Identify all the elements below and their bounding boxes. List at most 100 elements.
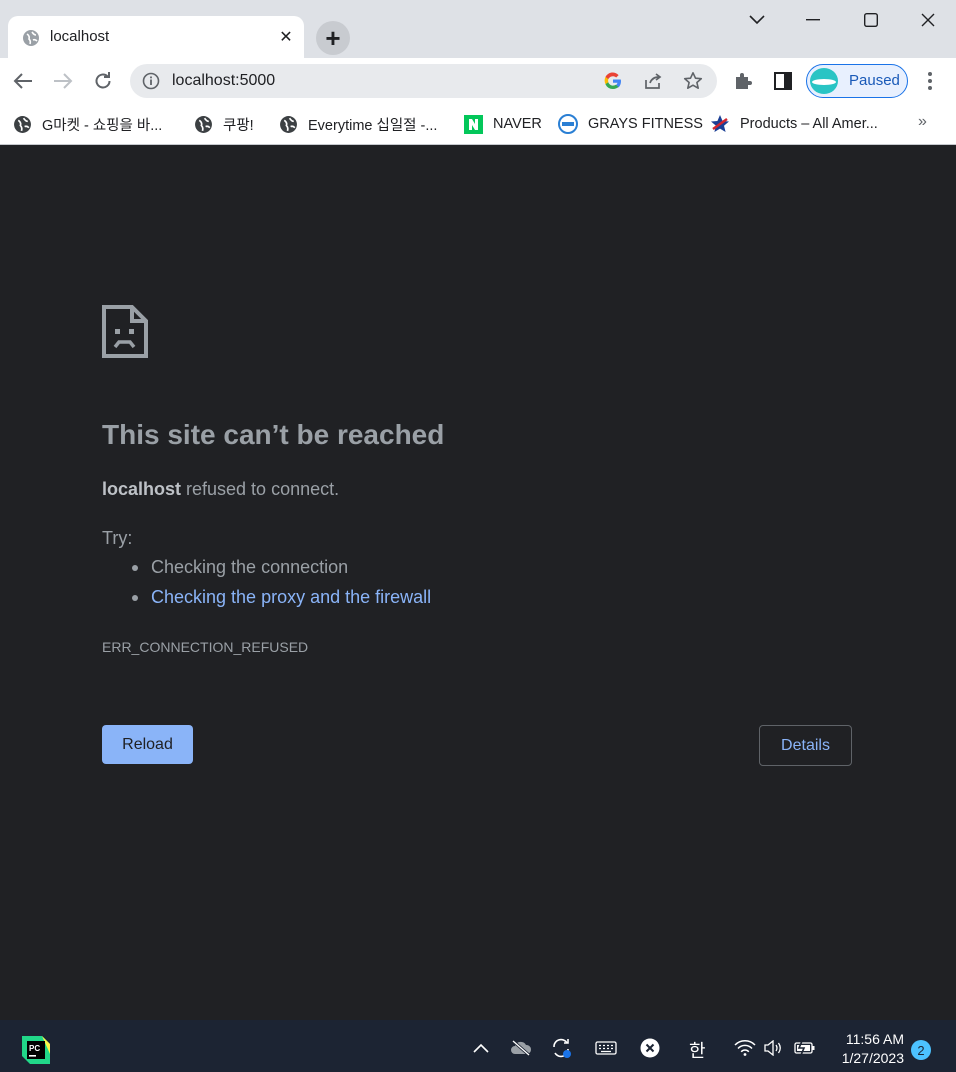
close-icon: ✕ xyxy=(279,29,293,46)
try-label: Try: xyxy=(102,528,133,548)
extensions-button[interactable] xyxy=(731,69,755,93)
error-host: localhost xyxy=(102,479,182,499)
system-clock[interactable]: 11:56 AM 1/27/2023 xyxy=(832,1030,904,1068)
browser-chrome: localhost ✕ + localhost:5000 Paused G마켓 … xyxy=(0,0,956,145)
forward-button[interactable] xyxy=(48,66,78,96)
tab-title: localhost xyxy=(50,28,110,45)
bullet xyxy=(132,594,138,601)
speaker-icon xyxy=(764,1040,781,1056)
bookmark-naver[interactable]: NAVER xyxy=(463,112,542,136)
battery-button[interactable] xyxy=(793,1036,817,1060)
tab-close-button[interactable]: ✕ xyxy=(274,25,298,49)
tab-strip: localhost ✕ + xyxy=(0,0,956,58)
google-icon xyxy=(604,72,621,90)
cloud-offline-icon xyxy=(511,1040,532,1056)
address-bar[interactable]: localhost:5000 xyxy=(130,64,717,98)
error-summary-text: refused to connect. xyxy=(181,479,340,499)
error-code: ERR_CONNECTION_REFUSED xyxy=(102,639,309,655)
new-tab-button[interactable]: + xyxy=(316,21,350,55)
chevron-down-icon xyxy=(749,15,765,25)
profile-button[interactable]: Paused xyxy=(806,64,908,98)
battery-charging-icon xyxy=(794,1041,815,1055)
notification-badge[interactable]: 2 xyxy=(911,1040,931,1060)
side-panel-icon xyxy=(774,72,792,90)
google-lens-button[interactable] xyxy=(602,70,624,92)
arrow-left-icon xyxy=(13,73,32,89)
tab-localhost[interactable]: localhost ✕ xyxy=(8,16,304,58)
info-icon[interactable] xyxy=(142,72,160,90)
chevron-up-icon xyxy=(473,1043,489,1053)
reload-button[interactable]: Reload xyxy=(102,725,193,764)
windows-taskbar: PC 한 11:56 AM 1/27/2023 2 xyxy=(0,1020,956,1072)
avatar xyxy=(810,68,838,94)
bookmark-everytime[interactable]: Everytime 십일절 -... xyxy=(278,112,437,136)
bookmark-label: G마켓 - 쇼핑을 바... xyxy=(42,117,163,134)
bookmark-products[interactable]: Products – All Amer... xyxy=(710,112,878,136)
wifi-button[interactable] xyxy=(733,1036,757,1060)
reload-page-button[interactable] xyxy=(88,66,118,96)
share-icon xyxy=(645,73,662,89)
bookmark-star-button[interactable] xyxy=(682,70,704,92)
bookmarks-bar: G마켓 - 쇼핑을 바... 쿠팡! Everytime 십일절 -... NA… xyxy=(0,104,956,144)
svg-text:PC: PC xyxy=(29,1044,40,1053)
globe-icon xyxy=(278,114,298,134)
suggestion-text: Checking the connection xyxy=(151,557,349,577)
globe-icon xyxy=(12,114,32,134)
browser-toolbar: localhost:5000 Paused xyxy=(0,58,956,104)
close-window-button[interactable] xyxy=(913,6,943,34)
profile-status-label: Paused xyxy=(849,72,900,89)
globe-icon xyxy=(23,30,39,46)
side-panel-button[interactable] xyxy=(771,69,795,93)
maximize-icon xyxy=(864,13,878,27)
grays-icon xyxy=(558,114,578,134)
volume-button[interactable] xyxy=(761,1036,785,1060)
error-summary: localhost refused to connect. xyxy=(102,479,339,500)
bookmark-label: NAVER xyxy=(493,116,542,132)
tab-search-button[interactable] xyxy=(742,6,772,34)
keyboard-icon xyxy=(595,1041,617,1055)
bookmark-label: GRAYS FITNESS xyxy=(588,116,703,132)
wifi-icon xyxy=(734,1040,756,1056)
error-title: This site can’t be reached xyxy=(102,419,445,450)
globe-icon xyxy=(193,114,213,134)
kebab-menu-icon xyxy=(928,72,932,90)
bookmarks-overflow-button[interactable]: » xyxy=(918,113,927,131)
naver-icon xyxy=(463,114,483,134)
maximize-button[interactable] xyxy=(856,6,886,34)
touch-keyboard-button[interactable] xyxy=(594,1036,618,1060)
suggestion-check-connection: Checking the connection xyxy=(132,557,348,578)
plus-icon: + xyxy=(325,23,341,53)
bookmark-grays-fitness[interactable]: GRAYS FITNESS xyxy=(558,112,703,136)
sync-button[interactable] xyxy=(549,1036,573,1060)
sync-icon xyxy=(553,1038,571,1058)
bullet xyxy=(132,564,138,571)
close-circle-icon xyxy=(640,1038,660,1058)
arrow-right-icon xyxy=(54,73,73,89)
app-tray-x-button[interactable] xyxy=(638,1036,662,1060)
bookmark-label: Everytime 십일절 -... xyxy=(308,117,438,134)
minimize-button[interactable] xyxy=(798,6,828,34)
pycharm-icon[interactable]: PC xyxy=(20,1034,52,1066)
bookmark-coupang[interactable]: 쿠팡! xyxy=(193,112,254,136)
clock-date: 1/27/2023 xyxy=(841,1050,904,1066)
bookmark-label: 쿠팡! xyxy=(223,117,254,134)
avatar-image-icon xyxy=(812,79,836,85)
suggestion-check-proxy-link[interactable]: Checking the proxy and the firewall xyxy=(132,587,431,608)
close-icon xyxy=(921,13,935,27)
back-button[interactable] xyxy=(8,66,38,96)
star-logo-icon xyxy=(710,114,730,134)
bookmark-gmarket[interactable]: G마켓 - 쇼핑을 바... xyxy=(12,112,162,136)
clock-time: 11:56 AM xyxy=(845,1031,904,1047)
show-hidden-icons-button[interactable] xyxy=(469,1036,493,1060)
browser-menu-button[interactable] xyxy=(918,69,942,93)
error-page: This site can’t be reached localhost ref… xyxy=(0,145,956,1020)
refresh-icon xyxy=(95,72,111,89)
bookmark-label: Products – All Amer... xyxy=(740,116,878,132)
onedrive-button[interactable] xyxy=(509,1036,533,1060)
suggestion-link-text: Checking the proxy and the firewall xyxy=(151,587,432,607)
details-button[interactable]: Details xyxy=(759,725,852,766)
star-icon xyxy=(683,72,703,89)
url-text: localhost:5000 xyxy=(172,72,276,89)
share-button[interactable] xyxy=(642,70,664,92)
ime-indicator[interactable]: 한 xyxy=(689,1037,706,1063)
